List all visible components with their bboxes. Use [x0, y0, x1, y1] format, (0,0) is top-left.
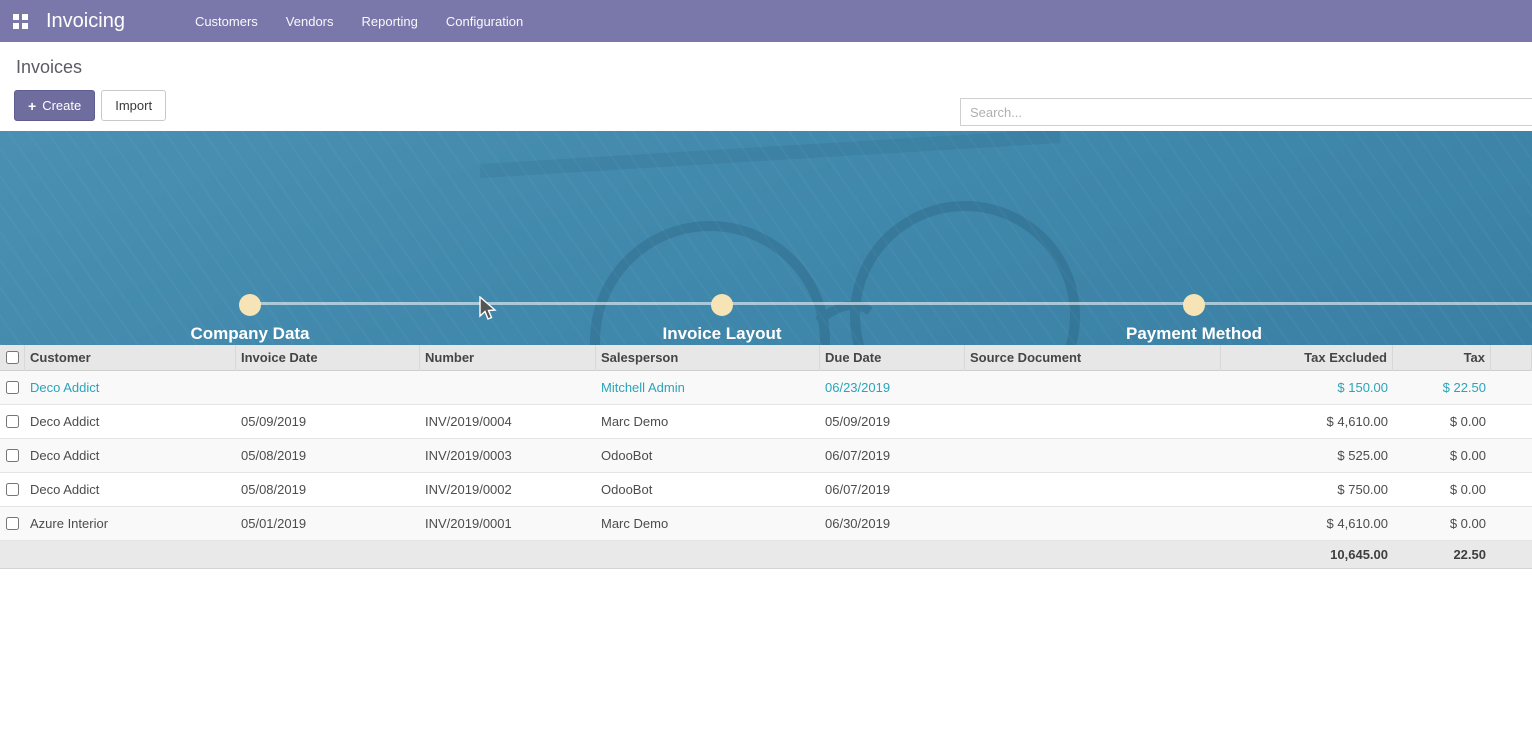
row-checkbox[interactable]: [6, 381, 19, 394]
cell-customer[interactable]: Deco Addict: [25, 482, 236, 497]
cell-salesperson[interactable]: OdooBot: [596, 448, 820, 463]
column-header-salesperson[interactable]: Salesperson: [596, 345, 820, 371]
cell-invoice-date: 05/08/2019: [236, 448, 420, 463]
cell-due-date: 06/07/2019: [820, 448, 965, 463]
nav-item-vendors[interactable]: Vendors: [272, 0, 348, 42]
top-navbar: Invoicing Customers Vendors Reporting Co…: [0, 0, 1532, 42]
cell-salesperson[interactable]: Marc Demo: [596, 516, 820, 531]
step-title: Invoice Layout: [572, 324, 872, 344]
list-footer-row: 10,645.00 22.50: [0, 541, 1532, 569]
cell-invoice-date: 05/09/2019: [236, 414, 420, 429]
cell-customer[interactable]: Azure Interior: [25, 516, 236, 531]
cell-number: INV/2019/0003: [420, 448, 596, 463]
step-dot-invoice-layout: [711, 294, 733, 316]
cell-tax-excluded: $ 150.00: [1221, 380, 1393, 395]
cell-invoice-date: 05/01/2019: [236, 516, 420, 531]
nav-item-configuration[interactable]: Configuration: [432, 0, 537, 42]
cell-number: INV/2019/0001: [420, 516, 596, 531]
cell-tax-excluded: $ 525.00: [1221, 448, 1393, 463]
plus-icon: +: [28, 99, 36, 113]
cell-tax: $ 0.00: [1393, 516, 1491, 531]
column-header-number[interactable]: Number: [420, 345, 596, 371]
step-dot-company-data: [239, 294, 261, 316]
column-header-source-document[interactable]: Source Document: [965, 345, 1221, 371]
step-title: Company Data: [100, 324, 400, 344]
cell-number: INV/2019/0002: [420, 482, 596, 497]
row-checkbox[interactable]: [6, 483, 19, 496]
step-dot-payment-method: [1183, 294, 1205, 316]
page-title: Invoices: [16, 57, 82, 78]
cell-due-date: 06/07/2019: [820, 482, 965, 497]
onboarding-banner: Company Data Set your company's data for…: [0, 131, 1532, 345]
navbar-menu: Customers Vendors Reporting Configuratio…: [181, 0, 537, 42]
cell-due-date: 06/23/2019: [820, 380, 965, 395]
table-row[interactable]: Deco Addict 05/09/2019 INV/2019/0004 Mar…: [0, 405, 1532, 439]
step-title: Payment Method: [1044, 324, 1344, 344]
cell-customer[interactable]: Deco Addict: [25, 448, 236, 463]
cell-salesperson[interactable]: OdooBot: [596, 482, 820, 497]
cell-salesperson[interactable]: Marc Demo: [596, 414, 820, 429]
banner-glasses-artwork: [420, 131, 1220, 345]
column-header-tax-excluded[interactable]: Tax Excluded: [1221, 345, 1393, 371]
cell-tax: $ 22.50: [1393, 380, 1491, 395]
column-header-due-date[interactable]: Due Date: [820, 345, 965, 371]
cell-tax: $ 0.00: [1393, 482, 1491, 497]
table-row[interactable]: Deco Addict Mitchell Admin 06/23/2019 $ …: [0, 371, 1532, 405]
nav-item-customers[interactable]: Customers: [181, 0, 272, 42]
create-button[interactable]: + Create: [14, 90, 95, 121]
total-tax-excluded: 10,645.00: [1221, 547, 1393, 562]
cell-tax: $ 0.00: [1393, 414, 1491, 429]
row-checkbox[interactable]: [6, 415, 19, 428]
onboarding-step-payment-method: Payment Method Configure your payment me…: [1044, 324, 1344, 345]
invoicing-app-window: Invoicing Customers Vendors Reporting Co…: [0, 0, 1532, 753]
control-panel: Invoices + Create Import Filters: [0, 42, 1532, 131]
import-button-label: Import: [115, 98, 152, 113]
row-checkbox[interactable]: [6, 449, 19, 462]
cell-due-date: 05/09/2019: [820, 414, 965, 429]
invoice-list: Customer Invoice Date Number Salesperson…: [0, 345, 1532, 569]
column-header-invoice-date[interactable]: Invoice Date: [236, 345, 420, 371]
import-button[interactable]: Import: [101, 90, 166, 121]
apps-menu-button[interactable]: [0, 0, 40, 42]
create-button-label: Create: [42, 98, 81, 113]
column-header-tax[interactable]: Tax: [1393, 345, 1491, 371]
cell-tax-excluded: $ 4,610.00: [1221, 414, 1393, 429]
onboarding-step-company-data: Company Data Set your company's data for…: [100, 324, 400, 345]
nav-item-reporting[interactable]: Reporting: [348, 0, 432, 42]
onboarding-timeline: [250, 302, 1532, 305]
cell-invoice-date: 05/08/2019: [236, 482, 420, 497]
onboarding-step-invoice-layout: Invoice Layout Customize the look of you…: [572, 324, 872, 345]
cell-due-date: 06/30/2019: [820, 516, 965, 531]
table-row[interactable]: Azure Interior 05/01/2019 INV/2019/0001 …: [0, 507, 1532, 541]
total-tax: 22.50: [1393, 547, 1491, 562]
search-input[interactable]: [960, 98, 1532, 126]
table-row[interactable]: Deco Addict 05/08/2019 INV/2019/0002 Odo…: [0, 473, 1532, 507]
list-header-row: Customer Invoice Date Number Salesperson…: [0, 345, 1532, 371]
column-header-customer[interactable]: Customer: [25, 345, 236, 371]
cell-customer[interactable]: Deco Addict: [25, 380, 236, 395]
cell-tax-excluded: $ 4,610.00: [1221, 516, 1393, 531]
cell-tax-excluded: $ 750.00: [1221, 482, 1393, 497]
cell-salesperson[interactable]: Mitchell Admin: [596, 380, 820, 395]
select-all-checkbox[interactable]: [6, 351, 19, 364]
apps-grid-icon: [13, 14, 28, 29]
header-spacer: [1491, 345, 1532, 371]
row-checkbox[interactable]: [6, 517, 19, 530]
select-all-checkbox-cell: [0, 345, 25, 371]
cell-tax: $ 0.00: [1393, 448, 1491, 463]
table-row[interactable]: Deco Addict 05/08/2019 INV/2019/0003 Odo…: [0, 439, 1532, 473]
cell-customer[interactable]: Deco Addict: [25, 414, 236, 429]
list-body: Deco Addict Mitchell Admin 06/23/2019 $ …: [0, 371, 1532, 541]
app-name[interactable]: Invoicing: [46, 10, 125, 33]
cell-number: INV/2019/0004: [420, 414, 596, 429]
